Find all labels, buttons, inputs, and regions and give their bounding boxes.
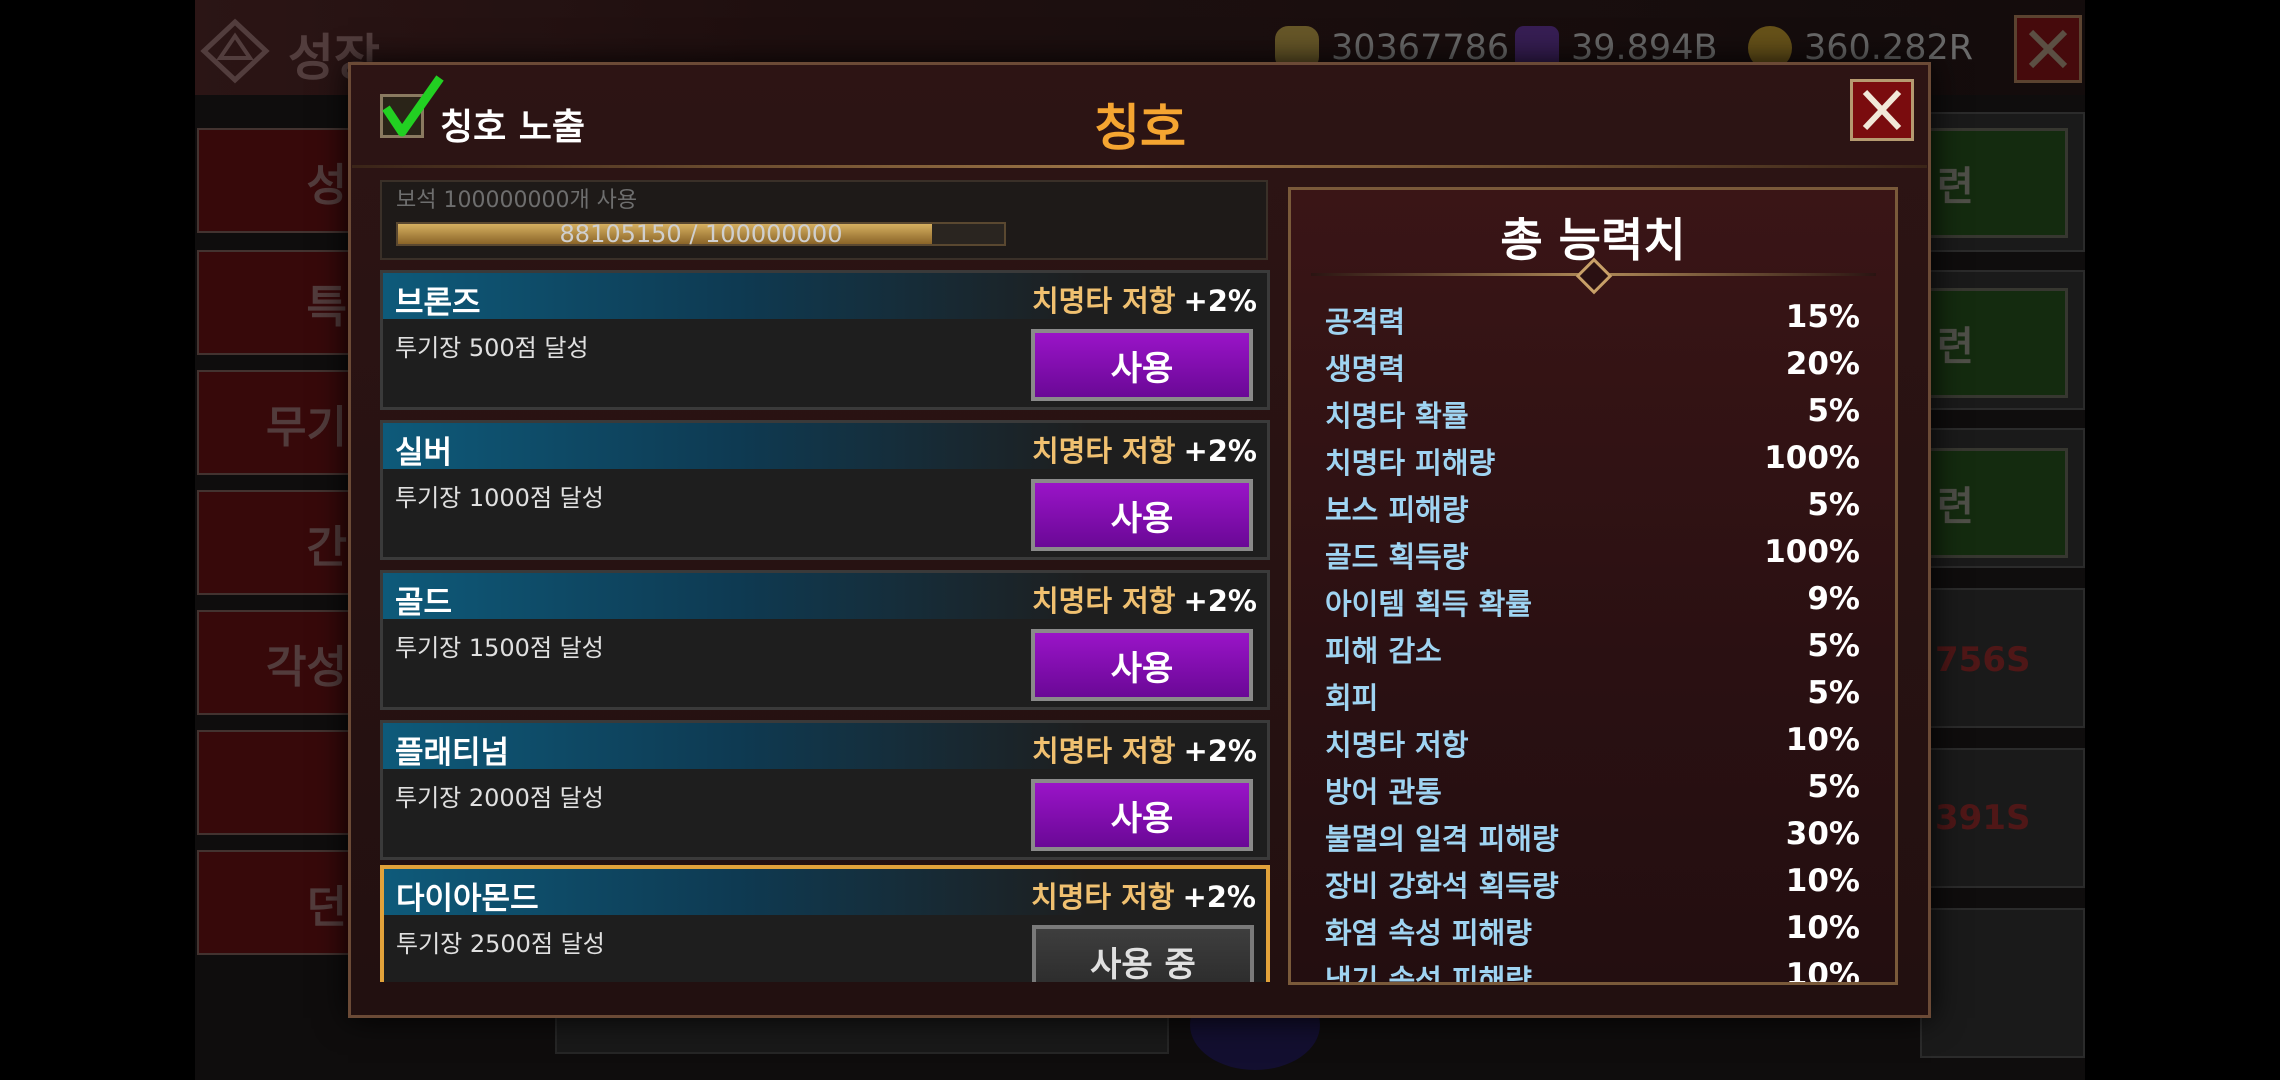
title-condition: 투기장 2000점 달성 <box>395 784 604 812</box>
title-stat: 치명타 저항 +2% <box>1032 728 1257 770</box>
show-title-label: 칭호 노출 <box>440 107 586 148</box>
stat-row: 보스 피해량 5% <box>1325 487 1860 531</box>
stat-row: 냉기 속성 피해량 10% <box>1325 957 1860 985</box>
stat-value: 5% <box>1807 769 1860 805</box>
title-stat-value: +2% <box>1182 880 1256 914</box>
stat-row: 피해 감소 5% <box>1325 628 1860 672</box>
stat-name: 치명타 저항 <box>1325 728 1469 762</box>
stat-row: 치명타 피해량 100% <box>1325 440 1860 484</box>
title-name: 플래티넘 <box>395 735 510 771</box>
title-condition: 투기장 2500점 달성 <box>396 930 605 958</box>
total-stats-panel[interactable]: 총 능력치 공격력 15% 생명력 20% 치명타 확률 5% 치명타 피해량 100%… <box>1288 187 1898 985</box>
stat-row: 아이템 획득 확률 9% <box>1325 581 1860 625</box>
title-card-bronze: 브론즈 치명타 저항 +2% 투기장 500점 달성 사용 <box>380 270 1270 410</box>
stat-name: 장비 강화석 획득량 <box>1325 869 1559 903</box>
stat-name: 불멸의 일격 피해량 <box>1325 822 1559 856</box>
stat-value: 5% <box>1807 487 1860 523</box>
title-stat-value: +2% <box>1183 584 1257 618</box>
stat-row: 치명타 저항 10% <box>1325 722 1860 766</box>
title-name: 브론즈 <box>395 285 481 321</box>
stat-value: 10% <box>1785 863 1860 899</box>
title-stat-value: +2% <box>1183 434 1257 468</box>
stat-value: 5% <box>1807 628 1860 664</box>
stat-value: 5% <box>1807 675 1860 711</box>
stat-row: 불멸의 일격 피해량 30% <box>1325 816 1860 860</box>
title-stat: 치명타 저항 +2% <box>1032 428 1257 470</box>
stat-name: 치명타 피해량 <box>1325 446 1496 480</box>
title-card-platinum: 플래티넘 치명타 저항 +2% 투기장 2000점 달성 사용 <box>380 720 1270 860</box>
stat-name: 아이템 획득 확률 <box>1325 587 1532 621</box>
stat-name: 화염 속성 피해량 <box>1325 916 1532 950</box>
stat-name: 냉기 속성 피해량 <box>1325 963 1532 985</box>
title-stat-value: +2% <box>1183 284 1257 318</box>
gem-usage-progress-bar: 88105150 / 100000000 <box>396 220 1006 248</box>
stat-value: 100% <box>1764 534 1860 570</box>
stat-name: 골드 획득량 <box>1325 540 1469 574</box>
gem-usage-progress-card: 보석 100000000개 사용 88105150 / 100000000 <box>380 180 1268 260</box>
title-name: 실버 <box>395 435 453 471</box>
title-condition: 투기장 1000점 달성 <box>395 484 604 512</box>
stat-value: 10% <box>1785 722 1860 758</box>
stat-value: 15% <box>1785 299 1860 335</box>
title-stat-name: 치명타 저항 <box>1031 584 1176 618</box>
stat-row: 공격력 15% <box>1325 299 1860 343</box>
stat-value: 9% <box>1807 581 1860 617</box>
title-stat-name: 치명타 저항 <box>1031 734 1176 768</box>
title-stat-name: 치명타 저항 <box>1031 434 1176 468</box>
stat-name: 회피 <box>1325 681 1379 715</box>
stat-row: 골드 획득량 100% <box>1325 534 1860 578</box>
in-use-title-button[interactable]: 사용 중 <box>1032 925 1254 982</box>
modal-close-button[interactable] <box>1850 79 1914 141</box>
title-stat-name: 치명타 저항 <box>1030 880 1175 914</box>
use-title-button[interactable]: 사용 <box>1031 779 1253 851</box>
title-card-silver: 실버 치명타 저항 +2% 투기장 1000점 달성 사용 <box>380 420 1270 560</box>
stat-row: 방어 관통 5% <box>1325 769 1860 813</box>
stat-value: 100% <box>1764 440 1860 476</box>
use-title-button[interactable]: 사용 <box>1031 629 1253 701</box>
stat-value: 5% <box>1807 393 1860 429</box>
stat-name: 생명력 <box>1325 352 1406 386</box>
stat-row: 회피 5% <box>1325 675 1860 719</box>
stat-name: 보스 피해량 <box>1325 493 1469 527</box>
gem-usage-progress-text: 88105150 / 100000000 <box>559 220 843 248</box>
stat-row: 생명력 20% <box>1325 346 1860 390</box>
stat-value: 20% <box>1785 346 1860 382</box>
title-stat: 치명타 저항 +2% <box>1032 578 1257 620</box>
stat-row: 치명타 확률 5% <box>1325 393 1860 437</box>
stat-value: 10% <box>1785 910 1860 946</box>
modal-title: 칭호 <box>1094 99 1186 157</box>
title-list[interactable]: 보석 100000000개 사용 88105150 / 100000000 브론… <box>380 180 1270 982</box>
title-condition: 투기장 1500점 달성 <box>395 634 604 662</box>
title-stat-value: +2% <box>1183 734 1257 768</box>
title-stat: 치명타 저항 +2% <box>1031 874 1256 916</box>
title-card-gold: 골드 치명타 저항 +2% 투기장 1500점 달성 사용 <box>380 570 1270 710</box>
stat-name: 방어 관통 <box>1325 775 1442 809</box>
close-icon <box>1862 89 1902 131</box>
title-name: 골드 <box>395 585 453 621</box>
stat-name: 공격력 <box>1325 305 1406 339</box>
gem-usage-label: 보석 100000000개 사용 <box>396 188 638 213</box>
title-condition: 투기장 500점 달성 <box>395 334 589 362</box>
title-name: 다이아몬드 <box>396 881 539 917</box>
title-card-diamond: 다이아몬드 치명타 저항 +2% 투기장 2500점 달성 사용 중 <box>380 865 1270 982</box>
stat-value: 10% <box>1785 957 1860 985</box>
title-stat: 치명타 저항 +2% <box>1032 278 1257 320</box>
modal-header-divider <box>352 165 1927 168</box>
stat-row: 화염 속성 피해량 10% <box>1325 910 1860 954</box>
stat-row: 장비 강화석 획득량 10% <box>1325 863 1860 907</box>
title-stat-name: 치명타 저항 <box>1031 284 1176 318</box>
use-title-button[interactable]: 사용 <box>1031 479 1253 551</box>
stat-name: 피해 감소 <box>1325 634 1442 668</box>
stat-name: 치명타 확률 <box>1325 399 1469 433</box>
use-title-button[interactable]: 사용 <box>1031 329 1253 401</box>
stat-value: 30% <box>1785 816 1860 852</box>
checkmark-icon <box>382 75 444 137</box>
